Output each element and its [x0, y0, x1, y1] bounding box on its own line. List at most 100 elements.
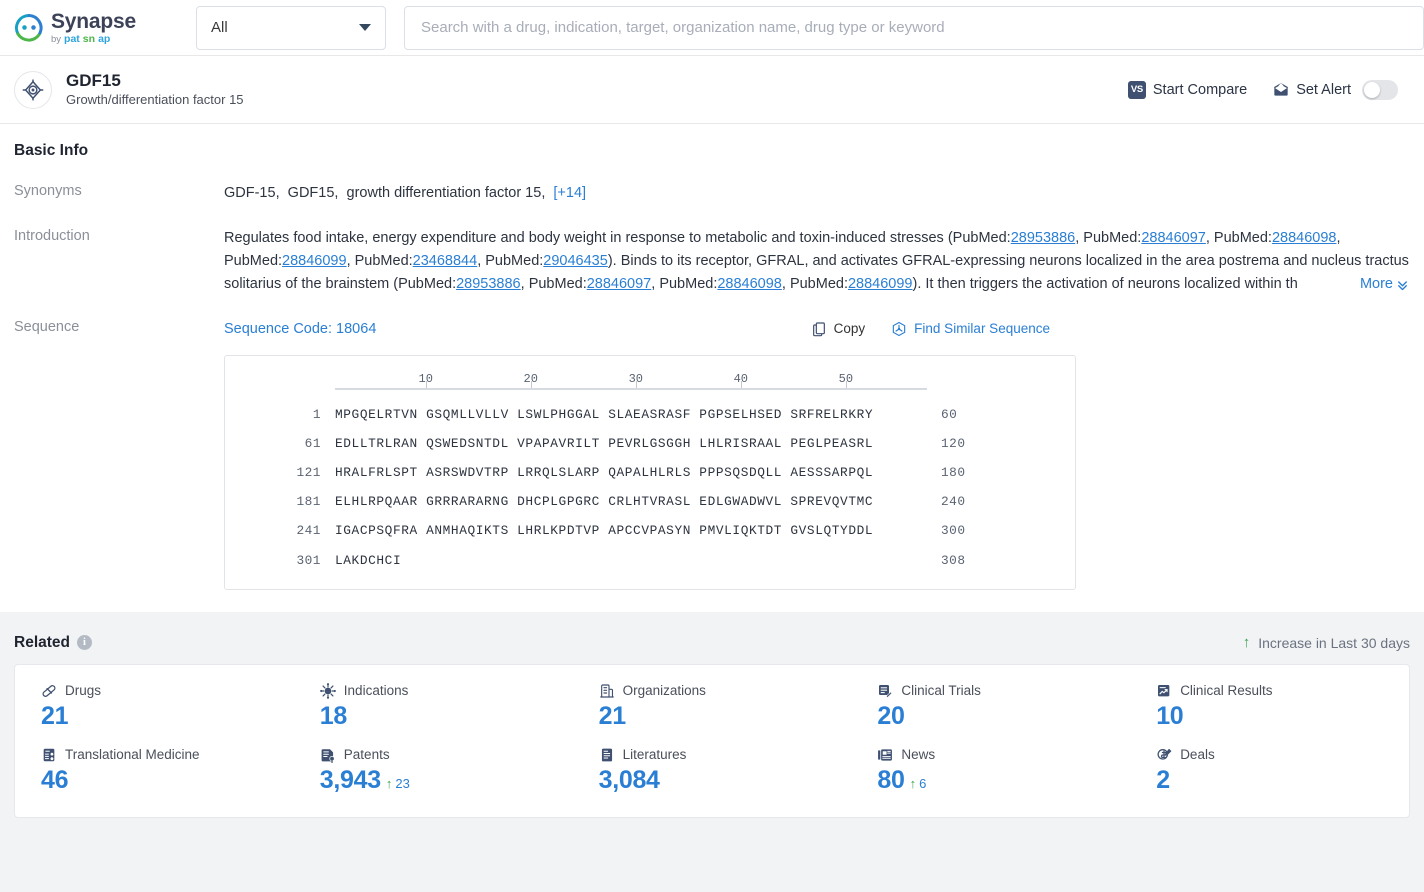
brand-logo[interactable]: Synapse by pat sn ap — [14, 11, 174, 45]
find-similar-sequence-button[interactable]: Find Similar Sequence — [891, 318, 1050, 339]
search-input[interactable] — [419, 18, 1409, 37]
intro-line-1: Regulates food intake, energy expenditur… — [224, 229, 1011, 246]
stat-label: Clinical Results — [1180, 683, 1273, 699]
stat-label: Indications — [343, 683, 409, 699]
related-stat-news[interactable]: News 80 ↑ 6 — [851, 747, 1130, 795]
search-input-wrapper[interactable] — [404, 5, 1424, 50]
stat-head: Literatures — [599, 747, 852, 763]
sequence-residues[interactable]: LAKDCHCI — [335, 551, 927, 571]
introduction-more-button[interactable]: More — [1353, 272, 1410, 296]
pubmed-prefix: PubMed: — [1213, 229, 1272, 246]
brand-tagline: by pat sn ap — [51, 32, 111, 45]
pubmed-link[interactable]: 28846099 — [282, 253, 347, 269]
stat-value[interactable]: 2 — [1156, 766, 1170, 795]
pubmed-link[interactable]: 28846098 — [1272, 230, 1337, 246]
sequence-residues[interactable]: EDLLTRLRAN QSWEDSNTDL VPAPAVRILT PEVRLGS… — [335, 434, 927, 454]
synonym-item: growth differentiation factor 15 — [346, 185, 542, 201]
sequence-residues[interactable]: HRALFRLSPT ASRSWDVTRP LRRQLSLARP QAPALHL… — [335, 463, 927, 483]
pubmed-link[interactable]: 28846098 — [717, 276, 782, 292]
pubmed-link[interactable]: 28846097 — [587, 276, 652, 292]
related-stat-indications[interactable]: Indications 18 — [294, 682, 573, 731]
start-compare-button[interactable]: VS Start Compare — [1127, 80, 1247, 99]
search-scope-select[interactable]: All — [196, 5, 386, 50]
top-search-bar: Synapse by pat sn ap All — [0, 0, 1424, 56]
stat-label: Organizations — [622, 683, 706, 699]
introduction-value: Regulates food intake, energy expenditur… — [224, 227, 1410, 296]
stat-value-row: 80 ↑ 6 — [877, 766, 1130, 795]
related-stat-drugs[interactable]: Drugs 21 — [15, 683, 294, 731]
synonym-item: GDF15 — [287, 185, 335, 201]
synonyms-label: Synonyms — [14, 183, 82, 199]
news-icon — [877, 747, 893, 763]
stat-value[interactable]: 20 — [877, 702, 905, 731]
basic-info-card: Basic Info Synonyms GDF-15, GDF15, growt… — [0, 124, 1424, 612]
sequence-box: 10 20 30 40 50 1 MPGQELRTVN GSQMLLVLLV LSWLPH… — [224, 354, 1076, 590]
clinical-result-icon — [1156, 683, 1172, 699]
sequence-start-index: 181 — [296, 494, 321, 510]
sequence-end-index: 180 — [941, 464, 966, 480]
sequence-residues[interactable]: IGACPSQFRA ANMHAQIKTS LHRLKPDTVP APCCVPA… — [335, 521, 927, 541]
entity-header: GDF15 Growth/differentiation factor 15 V… — [0, 56, 1424, 124]
related-stat-patents[interactable]: Patents 3,943 ↑ 23 — [294, 747, 573, 795]
stat-value-row: 20 — [877, 702, 1130, 731]
find-similar-label: Find Similar Sequence — [914, 321, 1050, 337]
stat-value-row: 46 — [41, 766, 294, 795]
pubmed-link[interactable]: 28953886 — [1011, 230, 1076, 246]
stat-label: Literatures — [622, 747, 687, 763]
stat-value[interactable]: 3,084 — [599, 766, 660, 795]
alert-envelope-icon — [1274, 82, 1289, 96]
pill-icon — [41, 683, 57, 699]
copy-sequence-button[interactable]: Copy — [811, 318, 865, 339]
stat-value[interactable]: 18 — [320, 702, 348, 731]
stat-head: Translational Medicine — [41, 747, 294, 763]
stat-value[interactable]: 80 — [877, 766, 905, 795]
deal-icon — [1156, 747, 1172, 763]
brand-name: Synapse — [51, 9, 136, 33]
related-stat-literatures[interactable]: Literatures 3,084 — [573, 747, 852, 795]
building-icon — [599, 683, 615, 699]
pubmed-link[interactable]: 28846097 — [1141, 230, 1206, 246]
info-icon[interactable]: i — [77, 635, 92, 651]
synapse-logo-icon — [14, 13, 43, 42]
pubmed-prefix: PubMed: — [528, 275, 587, 292]
introduction-label: Introduction — [14, 227, 90, 244]
sequence-lines: 1 MPGQELRTVN GSQMLLVLLV LSWLPHGGAL SLAEAS… — [225, 405, 1075, 571]
up-arrow-icon: ↑ — [909, 775, 917, 791]
related-title: Related — [14, 633, 70, 651]
ruler-tick — [425, 380, 427, 388]
stat-value[interactable]: 3,943 — [320, 766, 381, 795]
clinical-trial-icon — [877, 683, 893, 699]
sequence-residues[interactable]: ELHLRPQAAR GRRRARARNG DHCPLGPGRC CRLHTVR… — [335, 492, 927, 512]
stat-head: Patents — [320, 747, 573, 763]
pubmed-link[interactable]: 28953886 — [456, 276, 521, 292]
stat-label: Deals — [1180, 747, 1215, 763]
sequence-start-index: 301 — [296, 552, 321, 568]
synonyms-more-link[interactable]: [+14] — [553, 185, 586, 201]
stat-value[interactable]: 10 — [1156, 702, 1184, 731]
set-alert-toggle[interactable] — [1362, 79, 1398, 100]
up-arrow-icon: ↑ — [385, 775, 393, 791]
pubmed-link[interactable]: 28846099 — [848, 276, 913, 292]
related-stat-translational-medicine[interactable]: Translational Medicine 46 — [15, 747, 294, 795]
sequence-line: 121 HRALFRLSPT ASRSWDVTRP LRRQLSLARP QAPA… — [225, 463, 1075, 483]
sequence-residues[interactable]: MPGQELRTVN GSQMLLVLLV LSWLPHGGAL SLAEASR… — [335, 405, 927, 425]
related-stat-clinical-results[interactable]: Clinical Results 10 — [1130, 683, 1409, 731]
pubmed-link[interactable]: 29046435 — [543, 253, 608, 269]
set-alert-control[interactable]: Set Alert — [1273, 79, 1398, 100]
stat-delta-value: 6 — [919, 775, 927, 791]
synonyms-row: Synonyms GDF-15, GDF15, growth different… — [14, 182, 1410, 205]
pubmed-link[interactable]: 23468844 — [413, 253, 478, 269]
related-stat-organizations[interactable]: Organizations 21 — [573, 683, 852, 731]
molecule-hex-icon — [892, 321, 906, 337]
stat-value-row: 3,084 — [599, 766, 852, 795]
stat-value[interactable]: 21 — [41, 702, 69, 731]
stat-label: Drugs — [65, 683, 102, 699]
stat-value[interactable]: 46 — [41, 766, 69, 795]
stat-value[interactable]: 21 — [599, 702, 627, 731]
stat-delta: ↑ 23 — [386, 776, 410, 791]
related-stat-clinical-trials[interactable]: Clinical Trials 20 — [851, 683, 1130, 731]
stat-value-row: 10 — [1156, 702, 1409, 731]
related-stat-deals[interactable]: Deals 2 — [1130, 747, 1409, 795]
sequence-line: 241 IGACPSQFRA ANMHAQIKTS LHRLKPDTVP APCC… — [225, 521, 1075, 541]
sequence-code-link[interactable]: Sequence Code: 18064 — [224, 318, 376, 341]
